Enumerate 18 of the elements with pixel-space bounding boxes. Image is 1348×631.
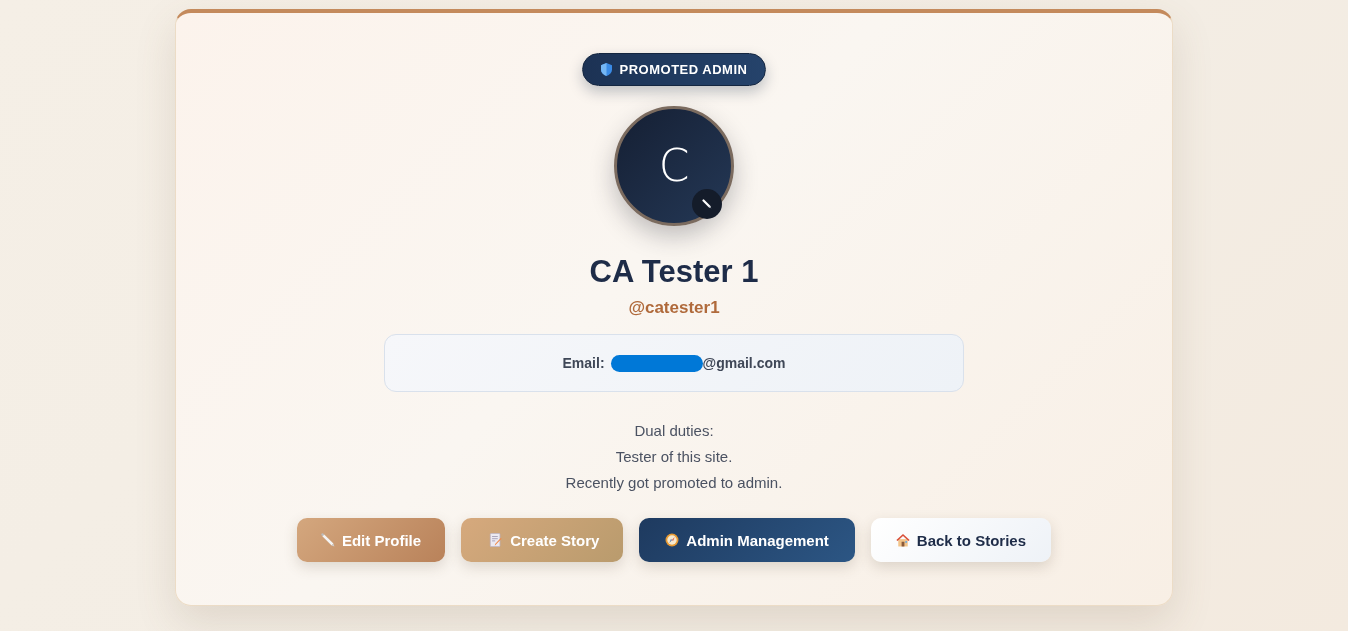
pencil-icon — [320, 533, 335, 547]
email-label: Email: — [562, 355, 605, 371]
email-domain: @gmail.com — [702, 355, 786, 371]
profile-name: CA Tester 1 — [589, 254, 759, 290]
bio-line: Tester of this site. — [615, 447, 733, 467]
admin-button[interactable]: Admin Management — [639, 518, 855, 562]
badge-label: PROMOTED ADMIN — [619, 62, 748, 77]
compass-icon — [665, 533, 680, 547]
back-button[interactable]: Back to Stories — [870, 518, 1052, 562]
bio-line: Recently got promoted to admin. — [565, 473, 783, 493]
shield-icon — [600, 63, 612, 76]
pencil-icon — [702, 199, 712, 209]
house-icon — [895, 533, 910, 547]
memo-icon — [489, 533, 504, 547]
avatar-initial: C — [658, 144, 690, 188]
avatar-edit-button[interactable] — [692, 189, 722, 219]
bio-line: Dual duties: — [634, 421, 714, 441]
profile-username: @catester1 — [628, 298, 720, 318]
